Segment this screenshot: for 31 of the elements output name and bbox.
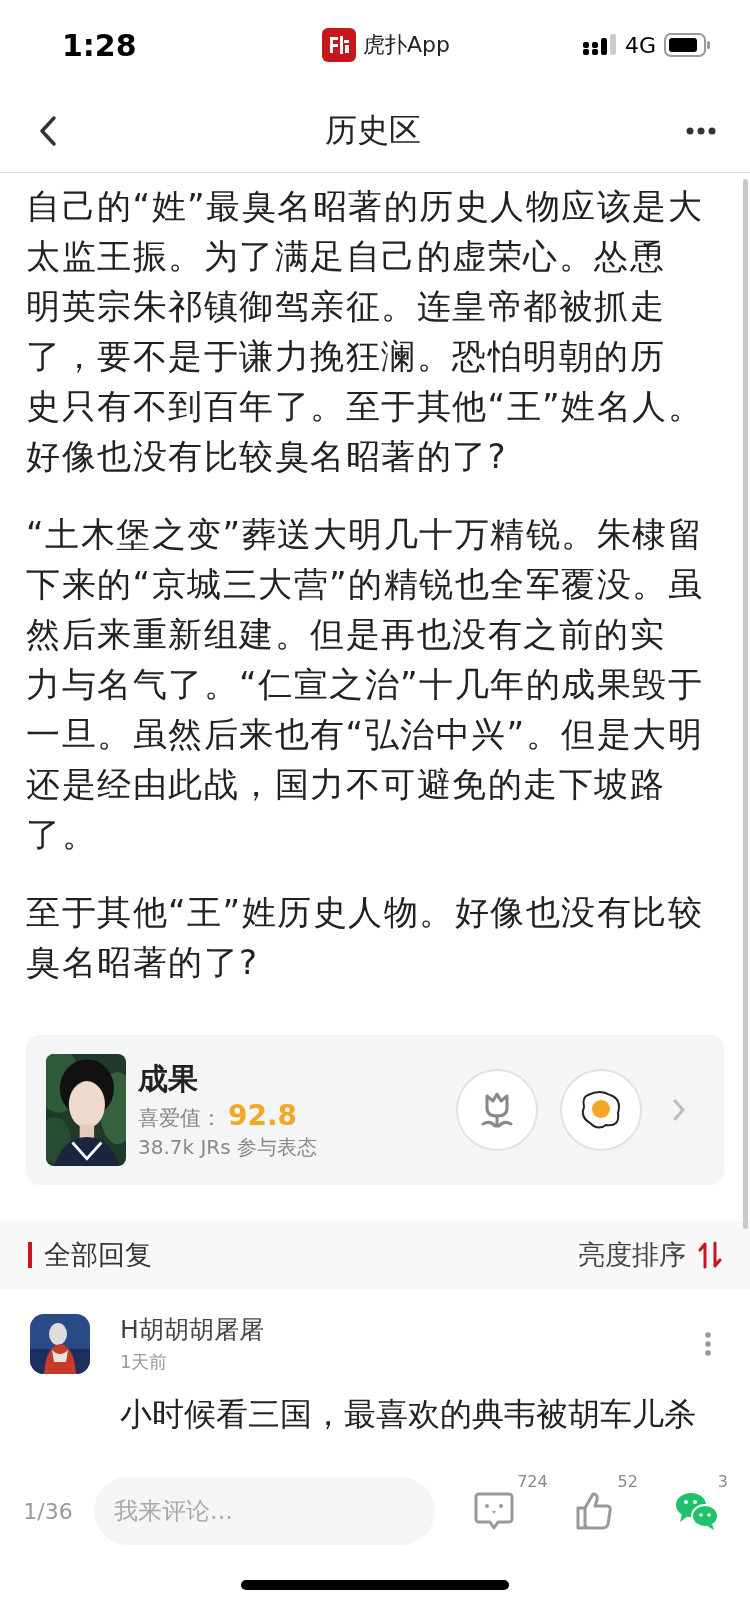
- accent-bar: [28, 1242, 32, 1268]
- article-paragraph: 至于其他“王”姓历史人物。好像也没有比较 臭名昭著的了?: [26, 891, 704, 984]
- more-icon[interactable]: [686, 127, 716, 135]
- page-title: 历史区: [325, 110, 421, 151]
- more-vertical-icon[interactable]: [704, 1330, 712, 1357]
- network-label: 4G: [624, 32, 656, 58]
- comment-count: 724: [517, 1472, 548, 1491]
- comment-icon[interactable]: [473, 1490, 516, 1532]
- status-time: 1:28: [62, 27, 138, 63]
- author-card[interactable]: 成果 喜爱值： 92.8 38.7k JRs 参与表态: [26, 1035, 724, 1185]
- app-icon: [322, 28, 356, 62]
- replies-title: 全部回复: [44, 1238, 153, 1272]
- wechat-icon[interactable]: [673, 1490, 720, 1532]
- comment-time: 1天前: [120, 1350, 169, 1374]
- signal-icon: [582, 34, 617, 56]
- score-label: 喜爱值：: [138, 1105, 222, 1132]
- share-count: 3: [717, 1472, 728, 1491]
- score-value: 92.8: [228, 1099, 298, 1132]
- article-paragraph: “土木堡之变”葬送大明几十万精锐。朱棣留 下来的“京城三大营”的精锐也全军覆没。虽 然后来重新组建。但是再也没有之前的实 力与名气了。“仁宣之治”十几年的成果毁于 一旦。虽然后来也有“弘治中兴”。但是大明 还是经由此战，国力不可避免的走下坡路 了。: [26, 513, 704, 856]
- sort-button[interactable]: 亮度排序: [578, 1237, 722, 1273]
- comment-text: 小时候看三国，最喜欢的典韦被胡车儿杀: [120, 1394, 696, 1435]
- comment-username[interactable]: H胡胡胡屠屠: [120, 1313, 704, 1346]
- author-name: 成果: [138, 1060, 199, 1098]
- article-paragraph: 自己的“姓”最臭名昭著的历史人物应该是大 太监王振。为了满足自己的虚荣心。怂恿 明英宗朱祁镇御驾亲征。连皇帝都被抓走 了，要不是于谦力挽狂澜。恐怕明朝的历 史只有不到百年了。至于其他“王”姓名人。 好像也没有比较臭名昭著的了?: [26, 185, 704, 478]
- app-name: 虎扑App: [363, 31, 450, 59]
- participants-count: 38.7k JRs 参与表态: [138, 1134, 319, 1161]
- page-indicator: 1/36: [22, 1498, 74, 1524]
- battery-icon: [664, 33, 710, 57]
- like-count: 52: [617, 1472, 638, 1491]
- sort-icon: [698, 1241, 722, 1269]
- chevron-right-icon[interactable]: [672, 1098, 686, 1122]
